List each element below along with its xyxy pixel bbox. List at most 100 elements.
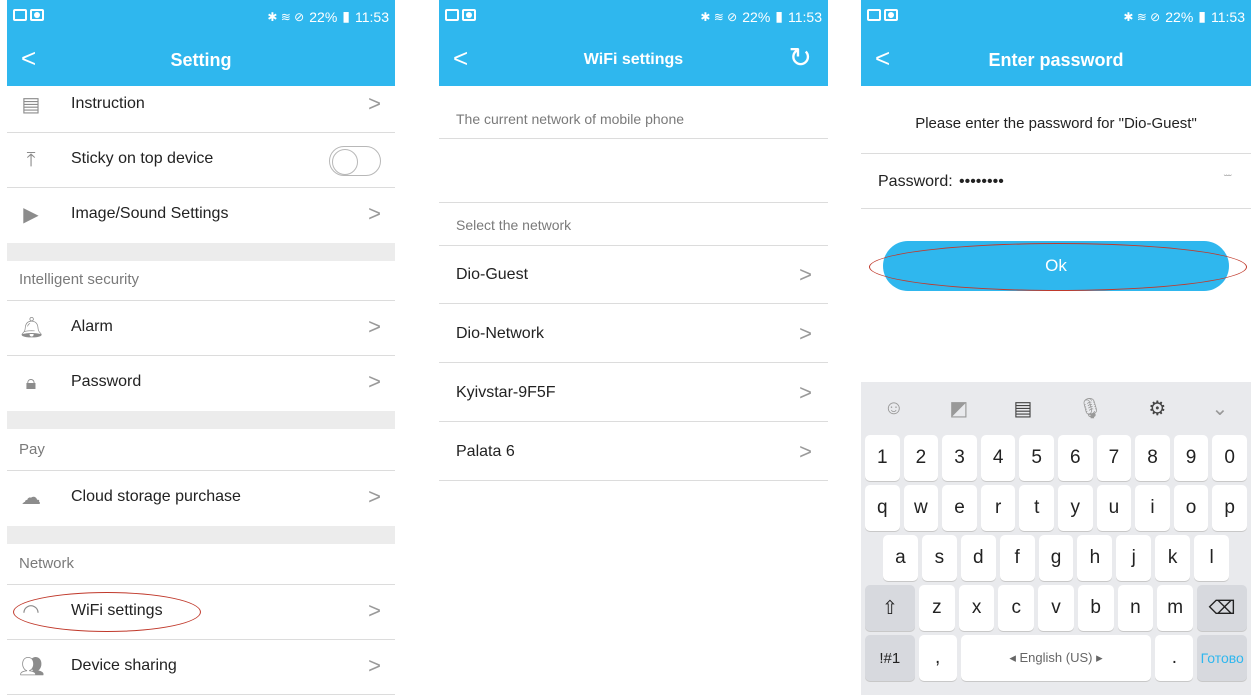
document-icon: ▤ (21, 94, 41, 116)
settings-icon[interactable]: ⚙ (1148, 396, 1166, 421)
section-divider (7, 526, 395, 544)
section-header: Intelligent security (19, 271, 140, 288)
eye-hidden-icon[interactable]: ˘˘˘ (1224, 174, 1232, 185)
key[interactable]: 5 (1019, 435, 1054, 481)
key[interactable]: d (960, 535, 996, 581)
setting-screen: ✱ ≋ ⊘ 22% ▮ 11:53 < Setting ▤ Instruction >… (7, 0, 395, 695)
key[interactable]: y (1058, 485, 1093, 531)
key[interactable]: j (1116, 535, 1152, 581)
clipboard-icon[interactable]: ▤ (1013, 396, 1032, 421)
key[interactable]: c (998, 585, 1035, 631)
row-image-sound[interactable]: ▶ Image/Sound Settings > (7, 188, 395, 243)
network-item[interactable]: Palata 6 > (439, 423, 828, 481)
key[interactable]: 3 (942, 435, 977, 481)
key[interactable]: 0 (1212, 435, 1247, 481)
password-label: Password: (878, 173, 953, 190)
key[interactable]: q (865, 485, 900, 531)
row-alarm[interactable]: 🔔︎ Alarm > (7, 301, 395, 356)
key[interactable]: o (1173, 485, 1209, 531)
key[interactable]: 6 (1058, 435, 1093, 481)
space-key[interactable]: ◂ English (US) ▸ (960, 635, 1152, 681)
keyboard-row-1: q w e r t y u i o p (865, 485, 1247, 531)
password-prompt: Please enter the password for "Dio-Guest… (915, 115, 1197, 132)
key[interactable]: f (999, 535, 1035, 581)
chevron-right-icon: > (799, 380, 812, 405)
clock: 11:53 (355, 8, 389, 25)
chevron-right-icon: > (368, 484, 381, 509)
refresh-icon[interactable]: ↻ (789, 44, 812, 72)
network-item[interactable]: Dio-Network > (439, 305, 828, 363)
symbols-key[interactable]: !#1 (865, 635, 915, 681)
key[interactable]: e (942, 485, 977, 531)
key[interactable]: l (1194, 535, 1230, 581)
key[interactable]: 9 (1173, 435, 1209, 481)
app-icon (30, 9, 44, 21)
key[interactable]: z (918, 585, 955, 631)
select-network-hint: Select the network (456, 217, 572, 233)
key[interactable]: u (1096, 485, 1132, 531)
key[interactable]: w (903, 485, 939, 531)
key[interactable]: v (1038, 585, 1074, 631)
row-label: Alarm (71, 318, 113, 335)
key[interactable]: 8 (1135, 435, 1170, 481)
key[interactable]: h (1077, 535, 1113, 581)
key[interactable]: p (1212, 485, 1247, 531)
key[interactable]: n (1117, 585, 1154, 631)
back-icon[interactable]: < (875, 44, 890, 72)
comma-key[interactable]: , (918, 635, 957, 681)
key[interactable]: 7 (1096, 435, 1132, 481)
chevron-right-icon: > (368, 653, 381, 678)
key[interactable]: x (958, 585, 995, 631)
period-key[interactable]: . (1155, 635, 1194, 681)
key[interactable]: t (1019, 485, 1054, 531)
sticker-icon[interactable]: ◩ (949, 396, 968, 421)
row-device-sharing[interactable]: 👥︎ Device sharing > (7, 640, 395, 695)
row-sticky-on-top[interactable]: ⤒ Sticky on top device (7, 133, 395, 188)
highlight-oval (13, 592, 201, 632)
row-label: Instruction (71, 95, 145, 112)
key[interactable]: g (1038, 535, 1074, 581)
done-key[interactable]: Готово (1197, 635, 1247, 681)
emoji-icon[interactable]: ☺ (884, 397, 904, 420)
password-input[interactable] (959, 170, 1159, 194)
row-label: Image/Sound Settings (71, 205, 229, 222)
row-label: Cloud storage purchase (71, 488, 241, 505)
row-label: Device sharing (71, 657, 177, 674)
key[interactable]: b (1077, 585, 1114, 631)
battery-level: 22% (1165, 8, 1194, 25)
current-network-hint: The current network of mobile phone (456, 111, 685, 127)
row-instruction[interactable]: ▤ Instruction > (7, 78, 395, 133)
battery-icon: ▮ (342, 8, 350, 24)
network-item[interactable]: Dio-Guest > (439, 246, 828, 304)
key[interactable]: 4 (980, 435, 1016, 481)
chevron-right-icon: > (799, 439, 812, 464)
keyboard-row-digits: 1 2 3 4 5 6 7 8 9 0 (865, 435, 1247, 481)
row-cloud-storage[interactable]: ☁ Cloud storage purchase > (7, 471, 395, 526)
pin-top-icon: ⤒ (26, 149, 36, 171)
gallery-icon (445, 9, 459, 21)
key[interactable]: s (921, 535, 957, 581)
backspace-key-icon[interactable]: ⌫ (1197, 585, 1248, 631)
signal-icon: ✱ ≋ ⊘ (267, 9, 305, 24)
key[interactable]: i (1135, 485, 1170, 531)
chevron-down-icon[interactable]: ⌄ (1212, 396, 1229, 421)
key[interactable]: m (1157, 585, 1194, 631)
network-item[interactable]: Kyivstar-9F5F > (439, 364, 828, 422)
back-icon[interactable]: < (21, 44, 36, 72)
chevron-right-icon: > (368, 598, 381, 623)
sticky-toggle[interactable] (329, 146, 381, 176)
row-password[interactable]: 🔒︎ Password > (7, 356, 395, 411)
enter-password-screen: ✱ ≋ ⊘ 22% ▮ 11:53 < Enter password Please e… (861, 0, 1251, 695)
key[interactable]: a (883, 535, 918, 581)
key[interactable]: 2 (903, 435, 939, 481)
microphone-icon[interactable]: 🎙︎ (1078, 396, 1103, 421)
section-header: Network (19, 555, 75, 572)
clock: 11:53 (788, 8, 822, 25)
chevron-right-icon: > (368, 91, 381, 116)
shift-key-icon[interactable]: ⇧ (864, 585, 915, 631)
back-icon[interactable]: < (453, 44, 468, 72)
key[interactable]: r (980, 485, 1016, 531)
key[interactable]: 1 (865, 435, 900, 481)
app-icon (462, 9, 476, 21)
key[interactable]: k (1155, 535, 1191, 581)
